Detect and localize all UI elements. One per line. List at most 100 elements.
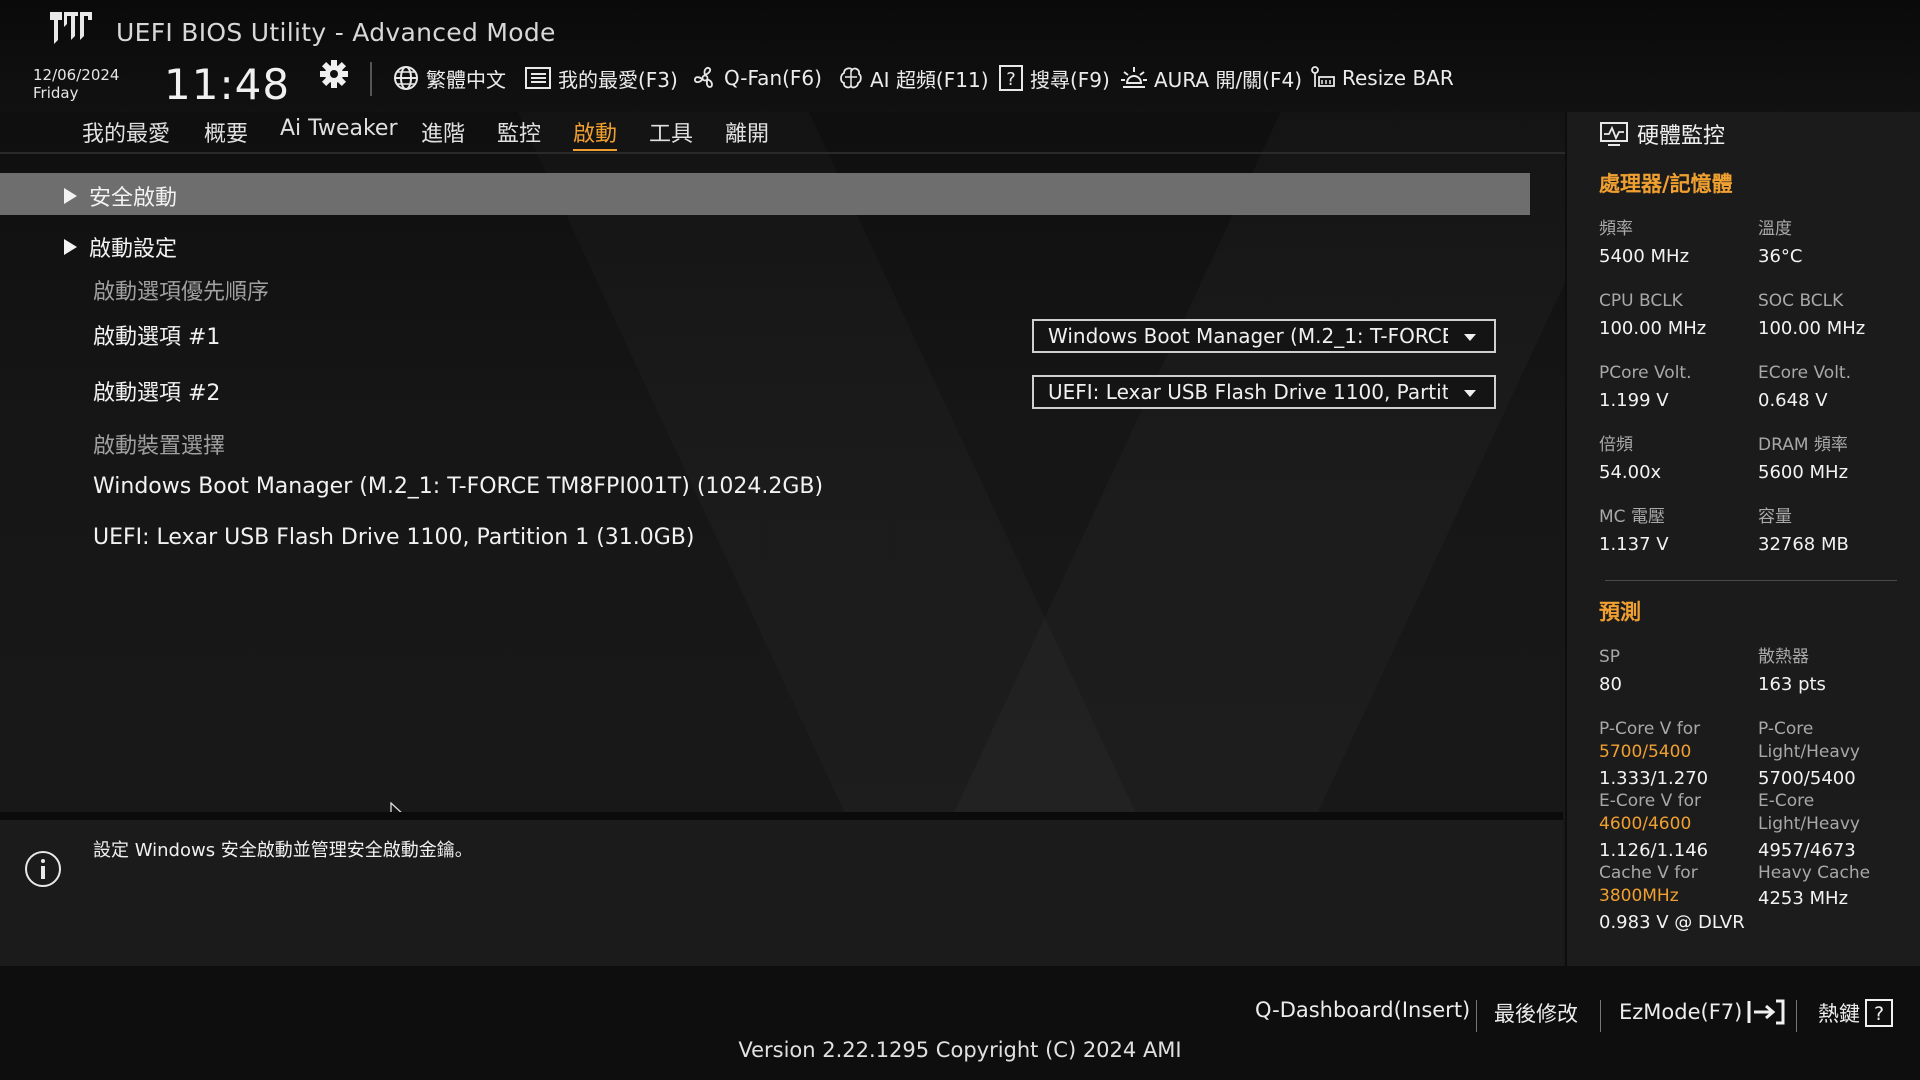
chevron-down-icon (1464, 390, 1476, 397)
selected-row-highlight (0, 173, 1530, 215)
ecore-v-for-value: 1.126/1.146 (1599, 840, 1709, 861)
app-title: UEFI BIOS Utility - Advanced Mode (116, 18, 556, 47)
aura-label: AURA 開/關(F4) (1154, 67, 1303, 92)
boot-override-device[interactable]: UEFI: Lexar USB Flash Drive 1100, Partit… (93, 525, 695, 550)
ratio-value: 54.00x (1599, 462, 1662, 483)
mc-voltage-value: 1.137 V (1599, 534, 1669, 555)
sp-label: SP (1599, 647, 1621, 667)
pcore-light-heavy-value: 5700/5400 (1758, 768, 1856, 789)
help-info-bar: 設定 Windows 安全啟動並管理安全啟動金鑰。 (0, 812, 1563, 974)
tab-ai-tweaker[interactable]: Ai Tweaker (280, 116, 398, 141)
search-button[interactable]: ? 搜尋(F9) (998, 62, 1110, 94)
secure-boot-menu[interactable]: 安全啟動 (64, 180, 177, 212)
search-help-icon: ? (999, 65, 1023, 91)
ezmode-button[interactable]: EzMode(F7) (1619, 998, 1786, 1026)
resize-bar-label: Resize BAR (1342, 66, 1454, 90)
fan-icon (693, 66, 713, 88)
boot-option-2-dropdown[interactable]: UEFI: Lexar USB Flash Drive 1100, Partit… (1032, 375, 1496, 409)
dram-frequency-value: 5600 MHz (1758, 462, 1849, 483)
ecore-volt-label: ECore Volt. (1758, 363, 1851, 383)
info-icon (25, 851, 61, 887)
tab-tool[interactable]: 工具 (649, 116, 693, 148)
ezmode-label: EzMode(F7) (1619, 1000, 1743, 1024)
boot-configuration-menu[interactable]: 啟動設定 (64, 231, 177, 263)
gear-icon[interactable] (318, 58, 350, 90)
panel-divider (1605, 580, 1897, 581)
last-modified-label: 最後修改 (1494, 1002, 1578, 1026)
cpu-frequency-value: 5400 MHz (1599, 246, 1690, 267)
pcore-light-heavy-sublabel: Light/Heavy (1758, 742, 1860, 762)
tab-favorites[interactable]: 我的最愛 (82, 116, 170, 148)
dram-frequency-label: DRAM 頻率 (1758, 435, 1848, 455)
help-icon: ? (1865, 999, 1893, 1027)
pcore-v-for-value: 1.333/1.270 (1599, 768, 1709, 789)
header-divider (370, 62, 372, 96)
resize-bar-button[interactable]: Resize BAR (1310, 62, 1454, 94)
tab-exit[interactable]: 離開 (725, 116, 769, 148)
pcore-v-for-label: P-Core V for (1599, 719, 1701, 739)
secure-boot-label: 安全啟動 (89, 186, 178, 211)
cpu-frequency-label: 頻率 (1599, 219, 1633, 239)
cpu-bclk-label: CPU BCLK (1599, 291, 1683, 311)
footer-bar: Q-Dashboard(Insert) 最後修改 EzMode(F7) 熱鍵 ?… (0, 966, 1920, 1080)
ecore-light-heavy-value: 4957/4673 (1758, 840, 1856, 861)
tab-boot[interactable]: 啟動 (573, 116, 618, 151)
qfan-button[interactable]: Q-Fan(F6) (692, 62, 822, 94)
pcore-v-for-frequency: 5700/5400 (1599, 742, 1692, 762)
last-modified-button[interactable]: 最後修改 (1494, 998, 1578, 1028)
soc-bclk-label: SOC BCLK (1758, 291, 1844, 311)
date-display: 12/06/2024 (33, 66, 120, 84)
ai-overclock-button[interactable]: AI 超頻(F11) (838, 62, 989, 94)
prediction-heading: 預測 (1599, 600, 1641, 624)
cache-v-for-label: Cache V for (1599, 863, 1698, 883)
language-label: 繁體中文 (426, 67, 506, 92)
favorites-icon (525, 67, 551, 89)
cpu-temperature-label: 溫度 (1758, 219, 1792, 239)
clock-display[interactable]: 11:48 (164, 60, 290, 109)
boot-option-1-dropdown[interactable]: Windows Boot Manager (M.2_1: T-FORCE TM (1032, 319, 1496, 353)
svg-text:?: ? (1874, 1003, 1884, 1025)
boot-override-heading: 啟動裝置選擇 (93, 434, 226, 459)
ratio-label: 倍頻 (1599, 435, 1633, 455)
boot-option-1-value: Windows Boot Manager (M.2_1: T-FORCE TM (1048, 324, 1448, 348)
main-tabs: 我的最愛 概要 Ai Tweaker 進階 監控 啟動 工具 離開 (0, 112, 1565, 154)
language-button[interactable]: 繁體中文 (392, 62, 506, 94)
boot-configuration-label: 啟動設定 (89, 237, 178, 262)
aura-button[interactable]: AURA 開/關(F4) (1120, 62, 1302, 94)
favorites-label: 我的最愛(F3) (558, 67, 678, 92)
tab-advanced[interactable]: 進階 (421, 116, 465, 148)
tab-monitor[interactable]: 監控 (497, 116, 541, 148)
hotkeys-label: 熱鍵 (1818, 1002, 1860, 1026)
boot-option-2-value: UEFI: Lexar USB Flash Drive 1100, Partit… (1048, 380, 1448, 404)
bios-screen: UEFI BIOS Utility - Advanced Mode 12/06/… (0, 0, 1920, 1080)
q-dashboard-label: Q-Dashboard(Insert) (1255, 998, 1471, 1022)
boot-override-device[interactable]: Windows Boot Manager (M.2_1: T-FORCE TM8… (93, 474, 823, 499)
ecore-light-heavy-sublabel: Light/Heavy (1758, 814, 1860, 834)
q-dashboard-button[interactable]: Q-Dashboard(Insert) (1255, 998, 1470, 1022)
aura-light-icon (1121, 67, 1147, 88)
favorites-button[interactable]: 我的最愛(F3) (524, 62, 678, 94)
footer-divider (1476, 1000, 1477, 1032)
heavy-cache-value: 4253 MHz (1758, 888, 1849, 909)
cooler-value: 163 pts (1758, 674, 1826, 695)
cpu-memory-heading: 處理器/記憶體 (1599, 172, 1733, 196)
footer-divider (1600, 1000, 1601, 1032)
ecore-v-for-frequency: 4600/4600 (1599, 814, 1692, 834)
heavy-cache-label: Heavy Cache (1758, 863, 1871, 883)
tab-main[interactable]: 概要 (204, 116, 248, 148)
cache-v-for-value: 0.983 V @ DLVR (1599, 912, 1745, 933)
ai-chip-icon (840, 67, 862, 89)
version-text: Version 2.22.1295 Copyright (C) 2024 AMI (738, 1038, 1182, 1062)
cooler-label: 散熱器 (1758, 647, 1809, 667)
sp-value: 80 (1599, 674, 1622, 695)
ecore-v-for-label: E-Core V for (1599, 791, 1702, 811)
memory-capacity-label: 容量 (1758, 507, 1792, 527)
hardware-monitor-panel: 硬體監控 處理器/記憶體 頻率 溫度 5400 MHz 36°C CPU BCL… (1565, 112, 1920, 966)
hardware-monitor-title: 硬體監控 (1637, 124, 1726, 149)
ecore-volt-value: 0.648 V (1758, 390, 1828, 411)
globe-icon (394, 66, 418, 90)
hotkeys-button[interactable]: 熱鍵 ? (1818, 998, 1894, 1028)
header-bar: UEFI BIOS Utility - Advanced Mode 12/06/… (0, 0, 1920, 112)
monitor-icon (1600, 122, 1628, 146)
qfan-label: Q-Fan(F6) (724, 66, 822, 90)
